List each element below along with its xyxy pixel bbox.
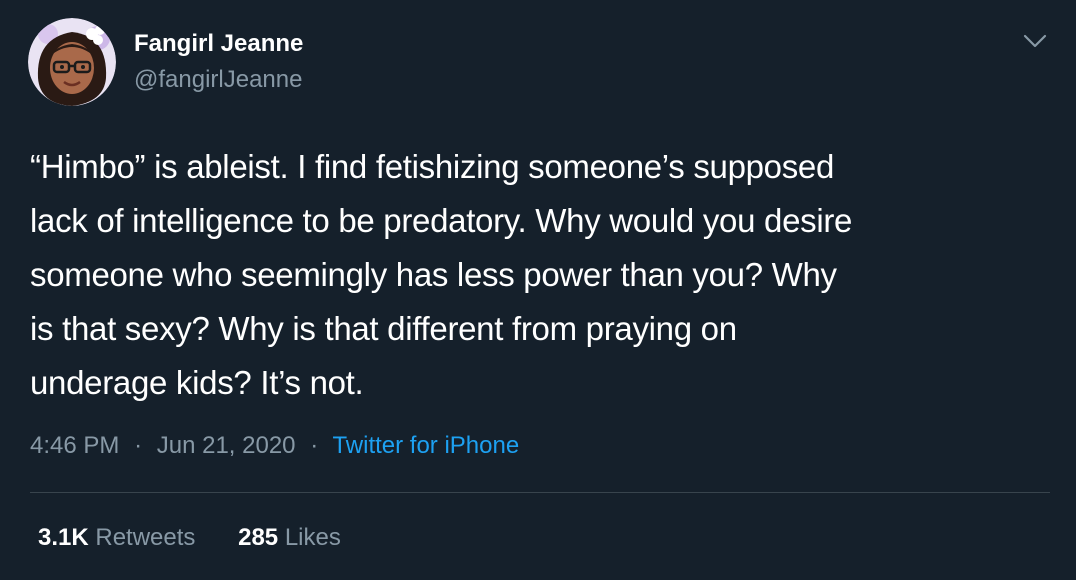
retweets-count: 3.1K xyxy=(38,524,89,551)
display-name[interactable]: Fangirl Jeanne xyxy=(134,30,303,58)
tweet-source-link[interactable]: Twitter for iPhone xyxy=(332,432,519,459)
likes-stat[interactable]: 285 Likes xyxy=(238,524,341,551)
tweet-text-line: someone who seemingly has less power tha… xyxy=(30,256,837,293)
user-handle[interactable]: @fangirlJeanne xyxy=(134,66,302,94)
meta-separator: · xyxy=(310,432,319,459)
tweet-time[interactable]: 4:46 PM xyxy=(30,432,119,459)
meta-separator: · xyxy=(134,432,143,459)
divider xyxy=(30,492,1050,493)
tweet-stats: 3.1K Retweets 285 Likes xyxy=(38,524,377,552)
retweets-label: Retweets xyxy=(95,524,196,551)
tweet-text-line: lack of intelligence to be predatory. Wh… xyxy=(30,202,853,239)
retweets-stat[interactable]: 3.1K Retweets xyxy=(38,524,195,551)
tweet-text-line: underage kids? It’s not. xyxy=(30,364,364,401)
likes-label: Likes xyxy=(284,524,341,551)
avatar-illustration xyxy=(28,18,116,106)
tweet-date[interactable]: Jun 21, 2020 xyxy=(157,432,296,459)
likes-count: 285 xyxy=(238,524,279,551)
tweet-card: Fangirl Jeanne @fangirlJeanne “Himbo” is… xyxy=(0,0,1076,580)
chevron-down-icon[interactable] xyxy=(1022,30,1048,52)
tweet-meta: 4:46 PM · Jun 21, 2020 · Twitter for iPh… xyxy=(30,432,519,460)
tweet-text-line: “Himbo” is ableist. I find fetishizing s… xyxy=(30,148,835,185)
tweet-text: “Himbo” is ableist. I find fetishizing s… xyxy=(30,140,1060,410)
avatar[interactable] xyxy=(28,18,116,106)
tweet-text-line: is that sexy? Why is that different from… xyxy=(30,310,737,347)
